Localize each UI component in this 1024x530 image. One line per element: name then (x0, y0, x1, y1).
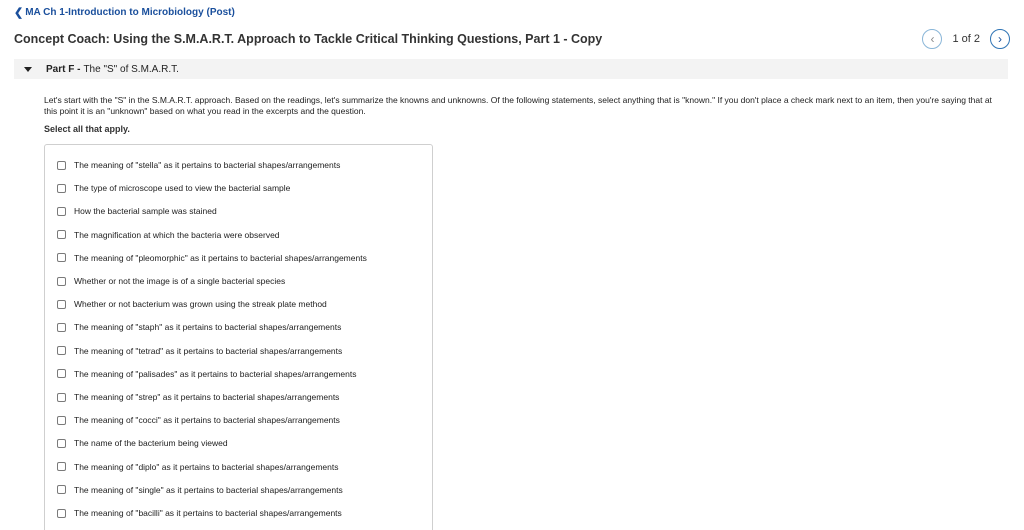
answer-option[interactable]: The meaning of "staph" as it pertains to… (57, 320, 341, 334)
answer-option[interactable]: The meaning of "diplo" as it pertains to… (57, 460, 339, 474)
select-all-label: Select all that apply. (44, 124, 130, 134)
answer-option-label: The meaning of "tetrad" as it pertains t… (74, 345, 343, 356)
answer-option-label: The meaning of "diplo" as it pertains to… (74, 461, 339, 472)
answer-option-label: The type of microscope used to view the … (74, 183, 291, 194)
answer-option[interactable]: The meaning of "strep" as it pertains to… (57, 390, 339, 404)
answer-option[interactable]: The meaning of "tetrad" as it pertains t… (57, 344, 342, 358)
answer-options-list: The meaning of "stella" as it pertains t… (44, 144, 433, 530)
answer-option-label: The meaning of "strep" as it pertains to… (74, 392, 340, 402)
back-link-label: MA Ch 1-Introduction to Microbiology (Po… (25, 7, 235, 18)
answer-option[interactable]: The magnification at which the bacteria … (57, 228, 280, 242)
part-label: Part F - (46, 63, 81, 75)
page-count: 1 of 2 (952, 33, 980, 45)
chevron-left-icon: ‹ (930, 32, 935, 46)
answer-option[interactable]: The meaning of "cocci" as it pertains to… (57, 413, 340, 427)
answer-option-label: The meaning of "cocci" as it pertains to… (74, 415, 340, 426)
answer-checkbox[interactable] (57, 276, 66, 286)
answer-option-label: The name of the bacterium being viewed (74, 438, 228, 449)
triangle-down-icon (24, 66, 32, 72)
answer-option[interactable]: How the bacterial sample was stained (57, 204, 217, 218)
answer-option[interactable]: The meaning of "stella" as it pertains t… (57, 158, 340, 172)
answer-checkbox[interactable] (57, 322, 66, 332)
part-f-header[interactable]: Part F - The "S" of S.M.A.R.T. (14, 59, 1008, 79)
back-to-assignment-link[interactable]: ❮ MA Ch 1-Introduction to Microbiology (… (14, 6, 235, 19)
answer-checkbox[interactable] (57, 415, 66, 425)
answer-checkbox[interactable] (57, 160, 66, 170)
answer-checkbox[interactable] (57, 462, 66, 472)
answer-checkbox[interactable] (57, 346, 66, 356)
part-name: The "S" of S.M.A.R.T. (83, 63, 179, 75)
answer-checkbox[interactable] (57, 299, 66, 309)
answer-option-label: The meaning of "single" as it pertains t… (74, 484, 343, 495)
answer-option-label: How the bacterial sample was stained (74, 206, 217, 217)
answer-option[interactable]: The meaning of "pleomorphic" as it perta… (57, 251, 367, 265)
answer-option-label: The meaning of "pleomorphic" as it perta… (74, 252, 367, 263)
pager: ‹ 1 of 2 › (922, 29, 1010, 49)
answer-option[interactable]: The meaning of "single" as it pertains t… (57, 483, 343, 497)
answer-checkbox[interactable] (57, 485, 66, 495)
answer-checkbox[interactable] (57, 392, 66, 402)
answer-option-label: The meaning of "staph" as it pertains to… (74, 322, 342, 333)
question-instructions: Let's start with the "S" in the S.M.A.R.… (44, 95, 992, 116)
answer-checkbox[interactable] (57, 438, 66, 448)
answer-option[interactable]: The meaning of "palisades" as it pertain… (57, 367, 356, 381)
answer-option-label: Whether or not the image is of a single … (74, 276, 286, 286)
answer-checkbox[interactable] (57, 230, 66, 240)
answer-checkbox[interactable] (57, 253, 66, 263)
answer-option-label: Whether or not bacterium was grown using… (74, 299, 327, 310)
previous-item-button[interactable]: ‹ (922, 29, 943, 49)
answer-checkbox[interactable] (57, 369, 66, 379)
answer-option[interactable]: Whether or not bacterium was grown using… (57, 297, 327, 311)
next-item-button[interactable]: › (990, 29, 1010, 49)
chevron-left-icon: ❮ (14, 7, 24, 19)
answer-option[interactable]: The name of the bacterium being viewed (57, 436, 228, 450)
answer-checkbox[interactable] (57, 508, 66, 518)
page-title: Concept Coach: Using the S.M.A.R.T. Appr… (14, 32, 603, 46)
answer-option[interactable]: Whether or not the image is of a single … (57, 274, 285, 288)
answer-option-label: The meaning of "palisades" as it pertain… (74, 368, 357, 379)
answer-checkbox[interactable] (57, 183, 66, 193)
chevron-right-icon: › (998, 32, 1002, 46)
title-row: Concept Coach: Using the S.M.A.R.T. Appr… (14, 29, 1010, 49)
answer-option[interactable]: The meaning of "bacilli" as it pertains … (57, 506, 342, 520)
answer-option-label: The magnification at which the bacteria … (74, 229, 280, 240)
answer-option[interactable]: The type of microscope used to view the … (57, 181, 290, 195)
answer-option-label: The meaning of "bacilli" as it pertains … (74, 508, 342, 518)
answer-option-label: The meaning of "stella" as it pertains t… (74, 160, 341, 170)
answer-checkbox[interactable] (57, 206, 66, 216)
